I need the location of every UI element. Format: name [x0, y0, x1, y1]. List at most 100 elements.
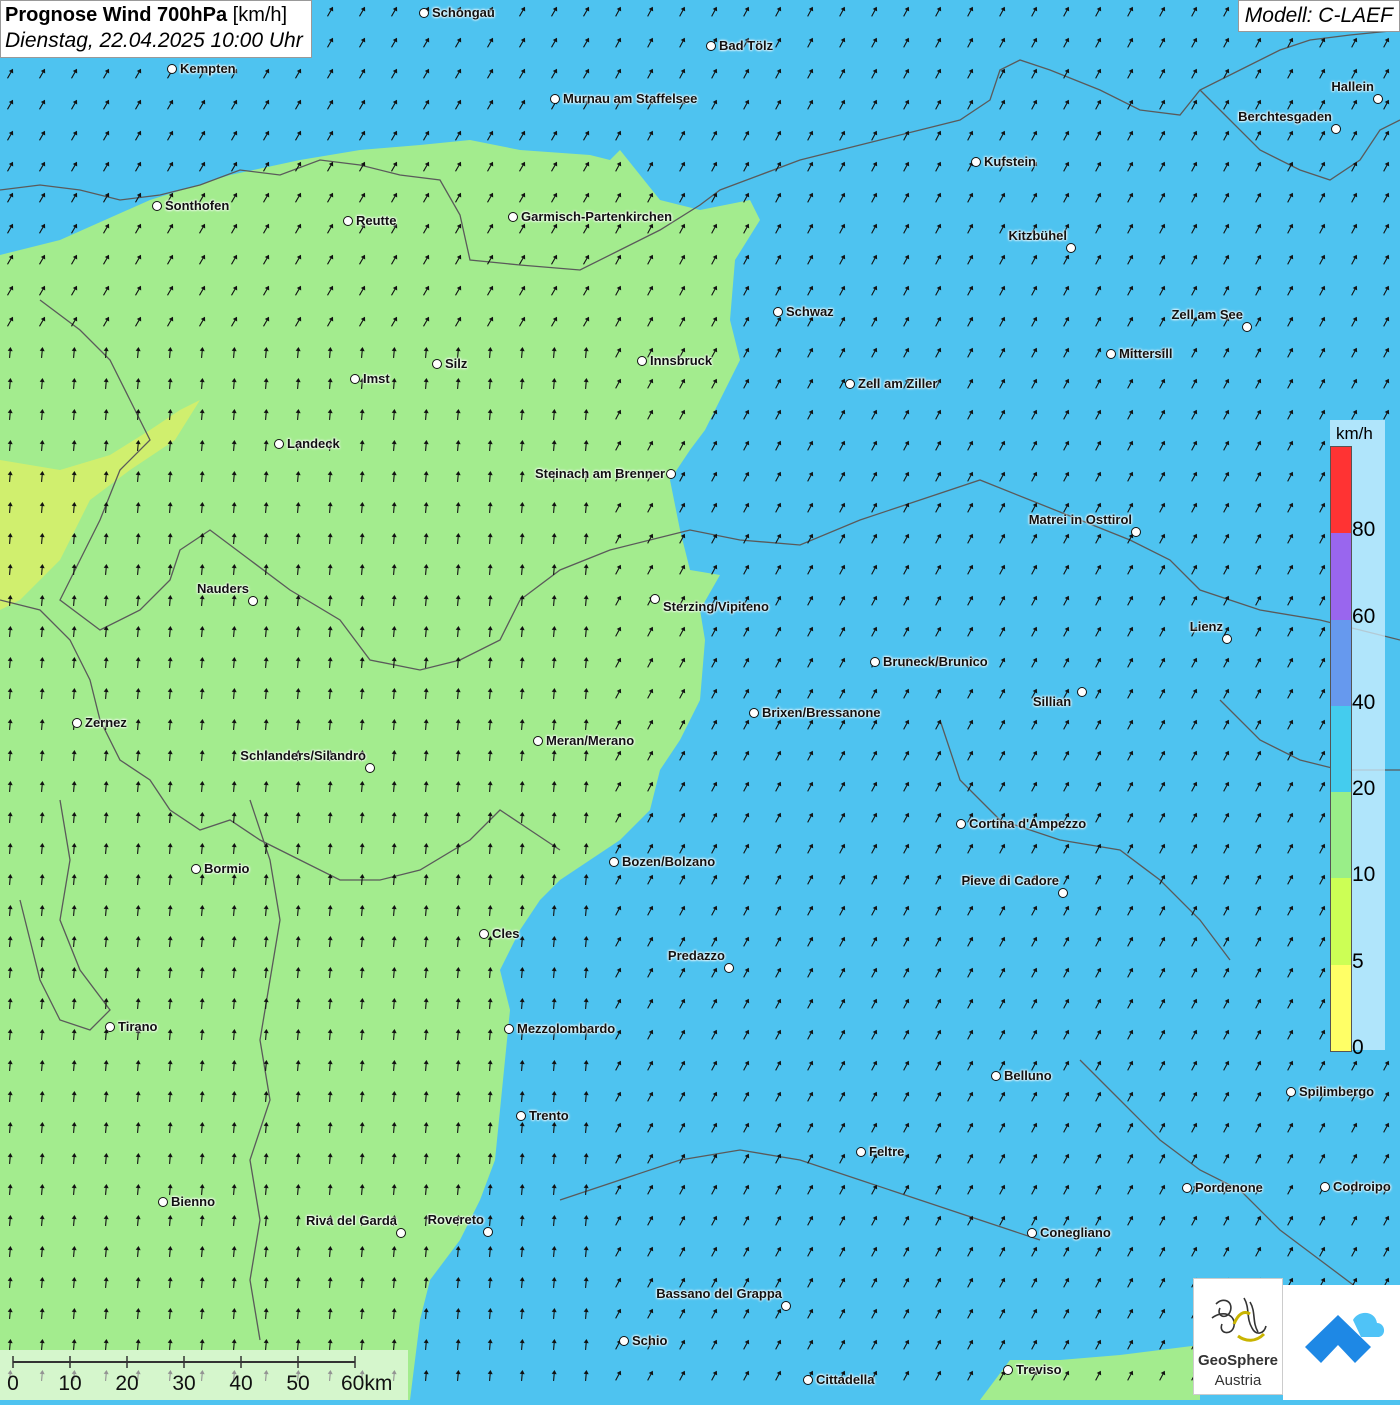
city-marker	[167, 64, 177, 74]
city-marker	[1066, 243, 1076, 253]
legend-tick-label: 80	[1352, 518, 1376, 542]
city-marker	[619, 1336, 629, 1346]
app-logo-icon	[1305, 1312, 1385, 1363]
city-marker	[248, 596, 258, 606]
scale-label: 20	[115, 1372, 139, 1395]
city-label: Conegliano	[1040, 1225, 1111, 1240]
city-marker	[803, 1375, 813, 1385]
city-marker	[533, 736, 543, 746]
scale-label: 50	[286, 1372, 310, 1395]
city-label: Spilimbergo	[1299, 1084, 1375, 1099]
city-label: Mezzolombardo	[517, 1021, 616, 1036]
city-label: Predazzo	[667, 948, 725, 963]
city-marker	[1373, 94, 1383, 104]
city-label: Sillian	[1032, 694, 1072, 709]
city-marker	[516, 1111, 526, 1121]
city-marker	[504, 1024, 514, 1034]
city-label: Steinach am Brenner	[534, 466, 665, 481]
title-box: Prognose Wind 700hPa [km/h] Dienstag, 22…	[0, 0, 312, 58]
city-marker	[1286, 1087, 1296, 1097]
legend-segment	[1331, 705, 1351, 793]
scale-label: 60km	[341, 1372, 393, 1395]
city-marker	[845, 379, 855, 389]
city-label: Imst	[363, 371, 390, 386]
city-marker	[432, 359, 442, 369]
legend-tick-label: 5	[1352, 949, 1364, 973]
city-label: Silz	[445, 356, 468, 371]
title-unit: [km/h]	[232, 4, 288, 26]
city-marker	[971, 157, 981, 167]
city-marker	[550, 94, 560, 104]
city-label: Matrei in Osttirol	[1028, 512, 1132, 527]
forecast-datetime: Dienstag, 22.04.2025 10:00 Uhr	[5, 29, 303, 52]
legend-segment	[1331, 447, 1351, 534]
city-label: Berchtesgaden	[1238, 109, 1332, 124]
city-label: Cortina d'Ampezzo	[969, 816, 1087, 831]
city-label: Murnau am Staffelsee	[563, 91, 698, 106]
city-label: Schlanders/Silandro	[240, 748, 366, 763]
city-marker	[419, 8, 429, 18]
legend-tick-label: 60	[1352, 604, 1376, 628]
scale-label: 10	[58, 1372, 82, 1395]
city-label: Treviso	[1016, 1362, 1062, 1377]
city-label: Schongau	[432, 5, 495, 20]
city-label: Reutte	[356, 213, 397, 228]
city-label: Kufstein	[984, 154, 1036, 169]
city-label: Lienz	[1189, 619, 1223, 634]
city-marker	[1331, 124, 1341, 134]
logo-text-geosphere: GeoSphere	[1197, 1352, 1279, 1369]
city-marker	[749, 708, 759, 718]
city-marker	[706, 41, 716, 51]
city-marker	[158, 1197, 168, 1207]
legend-segment	[1331, 619, 1351, 706]
city-label: Landeck	[287, 436, 340, 451]
city-label: Kempten	[180, 61, 236, 76]
city-label: Hallein	[1331, 79, 1374, 94]
legend-tick-label: 40	[1352, 690, 1376, 714]
city-label: Cles	[492, 926, 520, 941]
city-marker	[191, 864, 201, 874]
city-marker	[1106, 349, 1116, 359]
city-marker	[1320, 1182, 1330, 1192]
city-marker	[1077, 687, 1087, 697]
city-marker	[343, 216, 353, 226]
city-marker	[152, 201, 162, 211]
city-marker	[274, 439, 284, 449]
city-label: Codroipo	[1333, 1179, 1391, 1194]
geosphere-logo[interactable]: GeoSphere Austria	[1193, 1278, 1283, 1395]
city-label: Schwaz	[786, 304, 834, 319]
city-label: Meran/Merano	[546, 733, 635, 748]
scale-label: 0	[7, 1372, 19, 1395]
city-marker	[483, 1227, 493, 1237]
map-title: Prognose Wind 700hPa [km/h]	[5, 4, 303, 27]
city-label: Kitzbühel	[1008, 228, 1068, 243]
legend-segment	[1331, 964, 1351, 1051]
city-label: Bienno	[171, 1194, 216, 1209]
logo-text-austria: Austria	[1214, 1372, 1262, 1389]
city-label: Brixen/Bressanone	[762, 705, 881, 720]
city-marker	[724, 963, 734, 973]
city-label: Bassano del Grappa	[656, 1286, 782, 1301]
city-label: Bruneck/Brunico	[883, 654, 988, 669]
city-marker	[650, 594, 660, 604]
city-marker	[773, 307, 783, 317]
city-marker	[350, 374, 360, 384]
city-label: Bad Tölz	[719, 38, 774, 53]
legend-segment	[1331, 792, 1351, 879]
city-marker	[1003, 1365, 1013, 1375]
app-logo[interactable]	[1283, 1285, 1400, 1400]
city-label: Bormio	[204, 861, 250, 876]
city-marker	[396, 1228, 406, 1238]
city-marker	[856, 1147, 866, 1157]
city-label: Zell am See	[1171, 307, 1243, 322]
scale-bar: 0 10 20 30 40 50 60km	[0, 1350, 408, 1400]
city-label: Sterzing/Vipiteno	[663, 599, 769, 614]
city-marker	[479, 929, 489, 939]
legend-segment	[1331, 878, 1351, 965]
color-legend: km/h 0 5 10 20 40 60 80	[1330, 420, 1385, 1059]
city-label: Tirano	[118, 1019, 158, 1034]
city-label: Trento	[529, 1108, 569, 1123]
city-marker	[1242, 322, 1252, 332]
city-marker	[956, 819, 966, 829]
city-marker	[105, 1022, 115, 1032]
